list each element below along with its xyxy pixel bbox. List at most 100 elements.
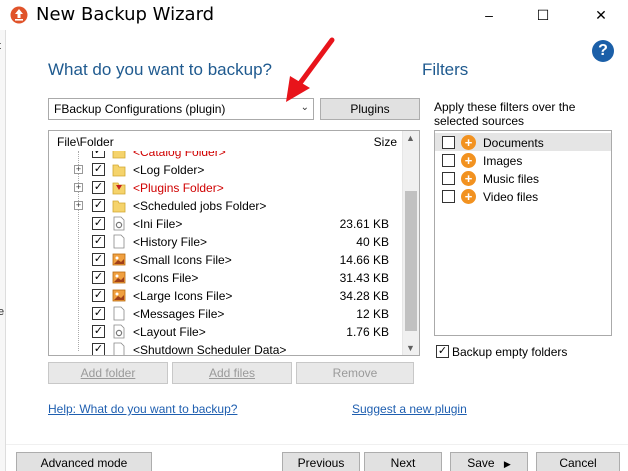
- tree-row-label: <Large Icons File>: [133, 289, 233, 303]
- tree-row-size: 34.28 KB: [339, 289, 389, 303]
- tree-row-size: 1.76 KB: [346, 325, 389, 339]
- source-tree[interactable]: File\Folder Size ✓ <Catalog Folder> + ✓ <Log…: [48, 130, 420, 356]
- tree-row-label: <Shutdown Scheduler Data>: [133, 343, 287, 356]
- folder-icon: [112, 198, 126, 213]
- tree-row-label: <Icons File>: [133, 271, 199, 285]
- add-folder-button[interactable]: Add folder: [48, 362, 168, 384]
- tree-row-checkbox[interactable]: ✓: [92, 163, 105, 176]
- plus-circle-icon: +: [461, 153, 476, 168]
- cancel-button[interactable]: Cancel: [536, 452, 620, 471]
- source-select-value: FBackup Configurations (plugin): [54, 102, 226, 116]
- scroll-up-icon[interactable]: ▲: [406, 133, 415, 143]
- tree-row[interactable]: ✓ <Layout File> 1.76 KB: [49, 323, 403, 341]
- minimize-button[interactable]: –: [466, 0, 512, 30]
- image-file-icon: [112, 288, 126, 303]
- close-icon: ✕: [595, 6, 607, 23]
- save-label: Save: [467, 456, 495, 470]
- column-header-file-folder[interactable]: File\Folder: [57, 135, 114, 149]
- filter-checkbox[interactable]: [442, 136, 455, 149]
- app-logo-icon: [10, 6, 28, 24]
- plus-circle-icon: +: [461, 189, 476, 204]
- save-button[interactable]: Save ▶: [450, 452, 528, 471]
- save-arrow-icon[interactable]: ▶: [504, 459, 511, 469]
- tree-row-checkbox[interactable]: ✓: [92, 271, 105, 284]
- tree-row[interactable]: + ✓ <Scheduled jobs Folder>: [49, 197, 403, 215]
- tree-row[interactable]: + ✓ <Plugins Folder>: [49, 179, 403, 197]
- expand-icon[interactable]: +: [74, 201, 83, 210]
- tree-row-label: <Small Icons File>: [133, 253, 232, 267]
- image-file-icon: [112, 252, 126, 267]
- column-header-size[interactable]: Size: [374, 135, 397, 149]
- tree-row[interactable]: ✓ <Shutdown Scheduler Data>: [49, 341, 403, 356]
- checkbox[interactable]: ✓: [436, 345, 449, 358]
- window-title: New Backup Wizard: [36, 4, 215, 25]
- tree-row-checkbox[interactable]: ✓: [92, 307, 105, 320]
- expand-icon[interactable]: +: [74, 165, 83, 174]
- tree-row-checkbox[interactable]: ✓: [92, 181, 105, 194]
- tree-row-label: <Layout File>: [133, 325, 206, 339]
- tree-row-checkbox[interactable]: ✓: [92, 199, 105, 212]
- tree-row[interactable]: ✓ <Large Icons File> 34.28 KB: [49, 287, 403, 305]
- tree-row-size: 31.43 KB: [339, 271, 389, 285]
- scroll-down-icon[interactable]: ▼: [406, 343, 415, 353]
- advanced-mode-button[interactable]: Advanced mode: [16, 452, 152, 471]
- red-arrow-annotation: [286, 37, 335, 102]
- filter-item[interactable]: + Documents: [435, 133, 611, 151]
- plus-circle-icon: +: [461, 171, 476, 186]
- previous-button[interactable]: Previous: [282, 452, 360, 471]
- tree-row-label: <History File>: [133, 235, 208, 249]
- edge-char: e: [0, 306, 5, 318]
- filters-description: Apply these filters over the selected so…: [434, 100, 576, 128]
- filter-checkbox[interactable]: [442, 154, 455, 167]
- tree-row[interactable]: ✓ <Ini File> 23.61 KB: [49, 215, 403, 233]
- maximize-button[interactable]: ☐: [520, 0, 566, 30]
- remove-button[interactable]: Remove: [296, 362, 414, 384]
- suggest-plugin-link[interactable]: Suggest a new plugin: [352, 402, 467, 416]
- filters-list[interactable]: + Documents + Images + Music files + Video file…: [434, 130, 612, 336]
- tree-header: File\Folder Size: [49, 131, 403, 151]
- tree-row[interactable]: ✓ <Small Icons File> 14.66 KB: [49, 251, 403, 269]
- filter-label: Documents: [483, 136, 544, 150]
- next-button[interactable]: Next: [364, 452, 442, 471]
- edge-char: t: [0, 40, 1, 52]
- tree-row-checkbox[interactable]: ✓: [92, 343, 105, 355]
- footer-divider: [6, 444, 628, 445]
- filter-label: Music files: [483, 172, 540, 186]
- filter-checkbox[interactable]: [442, 172, 455, 185]
- tree-scrollbar[interactable]: ▲ ▼: [402, 131, 419, 355]
- tree-row[interactable]: ✓ <Icons File> 31.43 KB: [49, 269, 403, 287]
- filter-item[interactable]: + Music files: [435, 169, 611, 187]
- tree-row-checkbox[interactable]: ✓: [92, 289, 105, 302]
- file-icon: [112, 306, 126, 321]
- add-files-button[interactable]: Add files: [172, 362, 292, 384]
- gear-file-icon: [112, 216, 126, 231]
- gear-file-icon: [112, 324, 126, 339]
- background-window-edge: t i e: [0, 30, 6, 471]
- tree-row[interactable]: ✓ <Messages File> 12 KB: [49, 305, 403, 323]
- minimize-icon: –: [485, 7, 493, 23]
- file-icon: [112, 342, 126, 355]
- tree-row[interactable]: + ✓ <Log Folder>: [49, 161, 403, 179]
- tree-row-checkbox[interactable]: ✓: [92, 325, 105, 338]
- tree-row-size: 23.61 KB: [339, 217, 389, 231]
- tree-row-checkbox[interactable]: ✓: [92, 217, 105, 230]
- tree-row-label: <Messages File>: [133, 307, 225, 321]
- scrollbar-thumb[interactable]: [405, 191, 417, 331]
- backup-empty-folders-checkbox[interactable]: ✓ Backup empty folders: [434, 344, 614, 360]
- help-link[interactable]: Help: What do you want to backup?: [48, 402, 237, 416]
- tree-row-checkbox[interactable]: ✓: [92, 235, 105, 248]
- tree-row-checkbox[interactable]: ✓: [92, 253, 105, 266]
- source-select[interactable]: FBackup Configurations (plugin) ⌄: [48, 98, 314, 120]
- close-button[interactable]: ✕: [578, 0, 624, 30]
- filter-item[interactable]: + Images: [435, 151, 611, 169]
- help-icon[interactable]: ?: [592, 40, 614, 62]
- tree-row[interactable]: ✓ <History File> 40 KB: [49, 233, 403, 251]
- maximize-icon: ☐: [536, 6, 550, 23]
- filter-checkbox[interactable]: [442, 190, 455, 203]
- folder-plugin-icon: [112, 180, 126, 195]
- image-file-icon: [112, 270, 126, 285]
- plus-circle-icon: +: [461, 135, 476, 150]
- tree-row-label: <Ini File>: [133, 217, 183, 231]
- filter-item[interactable]: + Video files: [435, 187, 611, 205]
- expand-icon[interactable]: +: [74, 183, 83, 192]
